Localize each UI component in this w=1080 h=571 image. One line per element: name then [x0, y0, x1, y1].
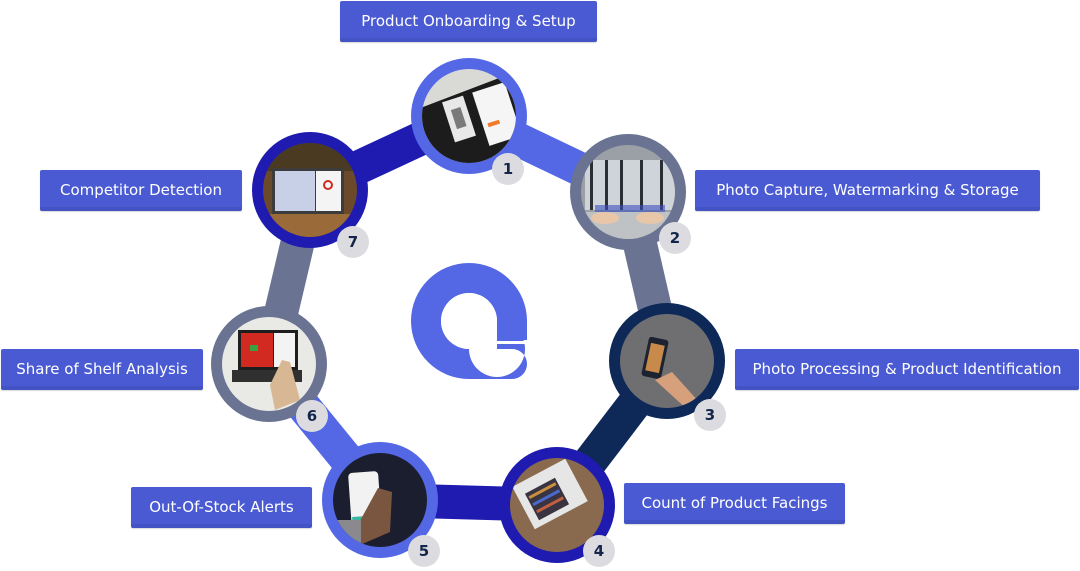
step-6-label: Share of Shelf Analysis: [1, 349, 203, 390]
step-2-label: Photo Capture, Watermarking & Storage: [695, 170, 1040, 211]
step-3-label: Photo Processing & Product Identificatio…: [735, 349, 1079, 390]
brand-logo-icon: [411, 263, 527, 379]
step-5-label: Out-Of-Stock Alerts: [131, 487, 312, 528]
step-4-label: Count of Product Facings: [624, 483, 845, 524]
step-1-label: Product Onboarding & Setup: [340, 1, 597, 42]
step-2-number-badge: 2: [659, 222, 691, 254]
step-4-number-badge: 4: [583, 535, 615, 567]
step-6-number-badge: 6: [296, 400, 328, 432]
step-7-number-badge: 7: [337, 226, 369, 258]
step-3-number-badge: 3: [694, 399, 726, 431]
step-1-number-badge: 1: [492, 153, 524, 185]
process-cycle-diagram: [211, 58, 725, 563]
step-7-label: Competitor Detection: [40, 170, 242, 211]
step-5-number-badge: 5: [408, 535, 440, 567]
